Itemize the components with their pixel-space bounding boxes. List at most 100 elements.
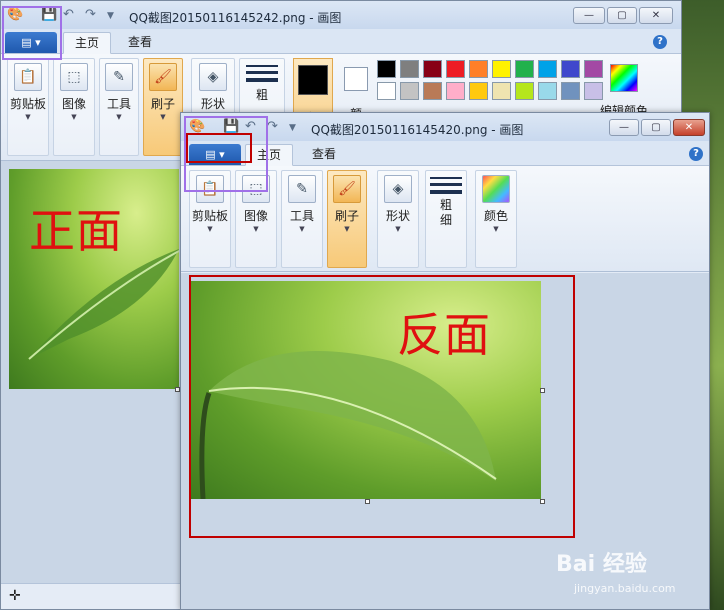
size-label: 粗 细 — [439, 198, 452, 227]
resize-handle[interactable] — [540, 388, 545, 393]
watermark-url: jingyan.baidu.com — [574, 582, 676, 595]
palette-swatch[interactable] — [492, 82, 511, 100]
image-label: 图像 — [61, 97, 86, 111]
chevron-down-icon: ▼ — [160, 113, 166, 121]
image-group[interactable]: ⬚ 图像 ▼ — [235, 170, 277, 268]
tab-view[interactable]: 查看 — [115, 32, 165, 54]
clipboard-group[interactable]: 📋 剪贴板 ▼ — [189, 170, 231, 268]
line-size-icon — [430, 177, 462, 194]
ribbon-tab-row: ▤ ▾ 主页 查看 ? — [181, 141, 709, 166]
size-group[interactable]: 粗 细 — [425, 170, 467, 268]
resize-handle[interactable] — [365, 499, 370, 504]
palette-swatch[interactable] — [561, 82, 580, 100]
tools-group[interactable]: ✎ 工具 ▼ — [281, 170, 323, 268]
tools-label: 工具 — [289, 209, 314, 223]
tools-label: 工具 — [106, 97, 131, 111]
qat-dropdown-icon[interactable]: ▼ — [289, 123, 296, 133]
chevron-down-icon: ▼ — [116, 113, 122, 121]
palette-swatch[interactable] — [538, 82, 557, 100]
minimize-button[interactable]: — — [573, 7, 605, 24]
color2-swatch — [344, 67, 368, 91]
clipboard-label: 剪贴板 — [9, 97, 46, 111]
close-button[interactable]: ✕ — [673, 119, 705, 136]
palette-swatch[interactable] — [446, 60, 465, 78]
palette-swatch[interactable] — [423, 60, 442, 78]
palette-swatch[interactable] — [469, 60, 488, 78]
palette-swatch[interactable] — [492, 60, 511, 78]
paint-window-front: 🎨 💾 ↶ ↷ ▼ QQ截图20150116145420.png - 画图 — … — [180, 112, 710, 610]
save-icon[interactable]: 💾 — [223, 119, 239, 134]
chevron-down-icon: ▼ — [395, 225, 401, 233]
paint-app-icon: 🎨 — [189, 119, 206, 134]
ribbon-tab-row: ▤ ▾ 主页 查看 ? — [1, 29, 681, 54]
canvas-image: 反面 — [191, 281, 541, 499]
paint-app-icon: 🎨 — [7, 7, 24, 22]
redo-icon[interactable]: ↷ — [267, 119, 278, 134]
help-icon[interactable]: ? — [689, 147, 703, 161]
palette-swatch[interactable] — [377, 60, 396, 78]
image-label: 图像 — [243, 209, 268, 223]
palette-swatch[interactable] — [515, 82, 534, 100]
paint-menu-button[interactable]: ▤ ▾ — [189, 144, 241, 165]
tab-home[interactable]: 主页 — [245, 144, 293, 166]
clipboard-label: 剪贴板 — [191, 209, 228, 223]
tools-icon: ✎ — [288, 175, 316, 203]
help-icon[interactable]: ? — [653, 35, 667, 49]
maximize-button[interactable]: ▢ — [641, 119, 671, 136]
shapes-icon: ◈ — [199, 63, 227, 91]
paint-menu-button[interactable]: ▤ ▾ — [5, 32, 57, 53]
chevron-down-icon: ▼ — [299, 225, 305, 233]
brush-icon: 🖌 — [149, 63, 177, 91]
color1-swatch — [298, 65, 328, 95]
clipboard-icon: 📋 — [196, 175, 224, 203]
palette-swatch[interactable] — [561, 60, 580, 78]
select-icon: ⬚ — [60, 63, 88, 91]
colors-group[interactable]: 颜色 ▼ — [475, 170, 517, 268]
watermark: Bai 经验 — [556, 552, 647, 577]
undo-icon[interactable]: ↶ — [63, 7, 74, 22]
ribbon: 📋 剪贴板 ▼ ⬚ 图像 ▼ ✎ 工具 ▼ 🖌 刷子 ▼ ◈ 形状 ▼ 粗 细 — [181, 166, 709, 272]
colors-label: 颜色 — [483, 209, 508, 223]
chevron-down-icon: ▼ — [344, 225, 350, 233]
palette-swatch[interactable] — [400, 82, 419, 100]
colors-icon — [482, 175, 510, 203]
palette-swatch[interactable] — [538, 60, 557, 78]
undo-icon[interactable]: ↶ — [245, 119, 256, 134]
clipboard-group[interactable]: 📋 剪贴板 ▼ — [7, 58, 49, 156]
maximize-button[interactable]: ▢ — [607, 7, 637, 24]
canvas-text: 正面 — [29, 204, 123, 258]
title-bar: 🎨 💾 ↶ ↷ ▼ QQ截图20150116145420.png - 画图 — … — [181, 113, 709, 141]
tools-icon: ✎ — [105, 63, 133, 91]
palette-swatch[interactable] — [377, 82, 396, 100]
canvas-text: 反面 — [397, 308, 491, 362]
tab-home[interactable]: 主页 — [63, 32, 111, 54]
brush-label: 刷子 — [150, 97, 175, 111]
palette-swatch[interactable] — [423, 82, 442, 100]
brush-group[interactable]: 🖌 刷子 ▼ — [143, 58, 183, 156]
chevron-down-icon: ▼ — [207, 225, 213, 233]
chevron-down-icon: ▼ — [25, 113, 31, 121]
tab-view[interactable]: 查看 — [299, 144, 349, 166]
title-bar: 🎨 💾 ↶ ↷ ▼ QQ截图20150116145242.png - 画图 — … — [1, 1, 681, 29]
minimize-button[interactable]: — — [609, 119, 639, 136]
qat-dropdown-icon[interactable]: ▼ — [107, 11, 114, 21]
palette-swatch[interactable] — [400, 60, 419, 78]
redo-icon[interactable]: ↷ — [85, 7, 96, 22]
shapes-group[interactable]: ◈ 形状 ▼ — [377, 170, 419, 268]
resize-handle[interactable] — [540, 499, 545, 504]
palette-swatch[interactable] — [515, 60, 534, 78]
brush-label: 刷子 — [334, 209, 359, 223]
save-icon[interactable]: 💾 — [41, 7, 57, 22]
close-button[interactable]: ✕ — [639, 7, 673, 24]
palette-swatch[interactable] — [469, 82, 488, 100]
color-palette — [377, 60, 605, 100]
brush-icon: 🖌 — [333, 175, 361, 203]
line-size-icon — [246, 65, 278, 82]
select-icon: ⬚ — [242, 175, 270, 203]
palette-swatch[interactable] — [446, 82, 465, 100]
brush-group[interactable]: 🖌 刷子 ▼ — [327, 170, 367, 268]
tools-group[interactable]: ✎ 工具 ▼ — [99, 58, 139, 156]
window-title: QQ截图20150116145420.png - 画图 — [311, 123, 524, 137]
image-group[interactable]: ⬚ 图像 ▼ — [53, 58, 95, 156]
chevron-down-icon: ▼ — [493, 225, 499, 233]
